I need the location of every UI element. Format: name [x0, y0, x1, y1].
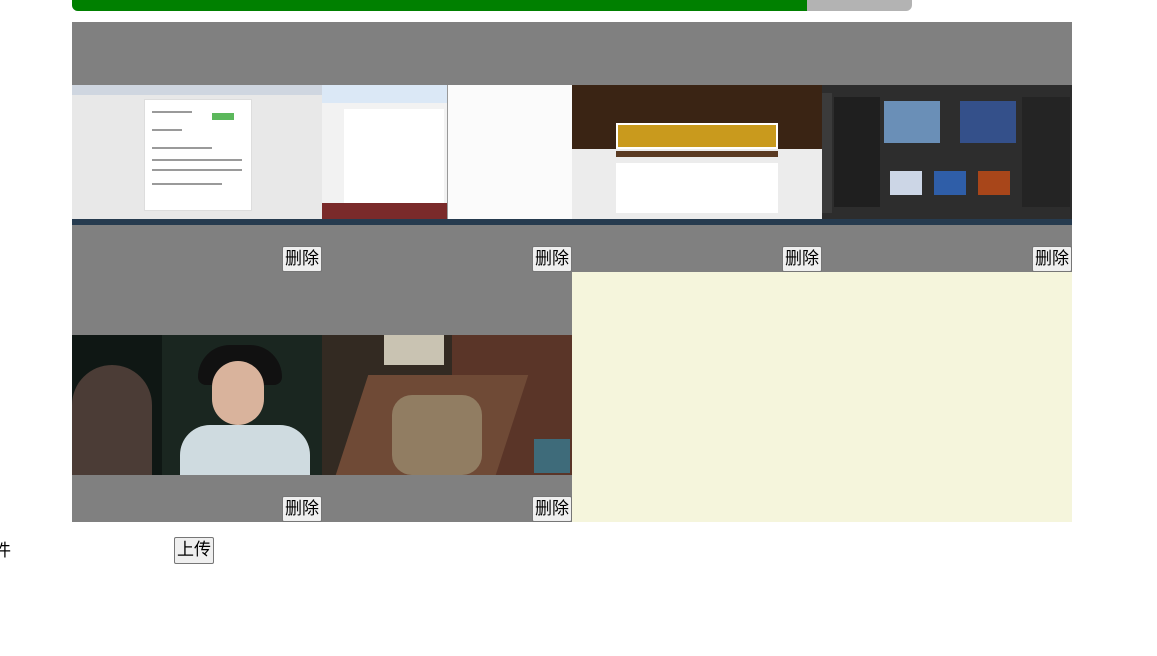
drama-still-thumbnail [72, 335, 322, 475]
delete-button[interactable]: 删除 [532, 496, 572, 522]
upload-button[interactable]: 上传 [174, 537, 214, 564]
shopping-cart-thumbnail [572, 85, 822, 225]
delete-button[interactable]: 删除 [532, 246, 572, 272]
gallery-item: 删除 [72, 22, 322, 272]
delete-button[interactable]: 删除 [282, 496, 322, 522]
upload-progress-bar [72, 0, 912, 11]
upload-page: 删除 删除 删除 删除 删除 删除 件 上传 [0, 0, 1157, 656]
file-input-label[interactable]: 件 [0, 541, 11, 561]
gallery-item: 删除 [822, 22, 1072, 272]
delete-button[interactable]: 删除 [1032, 246, 1072, 272]
image-editor-thumbnail [822, 85, 1072, 225]
gallery-item: 删除 [72, 272, 322, 522]
gallery-item: 删除 [572, 22, 822, 272]
file-explorer-thumbnail [322, 85, 572, 225]
gallery-item: 删除 [322, 272, 572, 522]
delete-button[interactable]: 删除 [282, 246, 322, 272]
gallery-item: 删除 [322, 22, 572, 272]
cinema-game-thumbnail [322, 335, 572, 475]
image-gallery: 删除 删除 删除 删除 删除 删除 [72, 22, 1072, 522]
invoice-document-thumbnail [72, 85, 322, 225]
delete-button[interactable]: 删除 [782, 246, 822, 272]
upload-progress-fill [72, 0, 807, 11]
